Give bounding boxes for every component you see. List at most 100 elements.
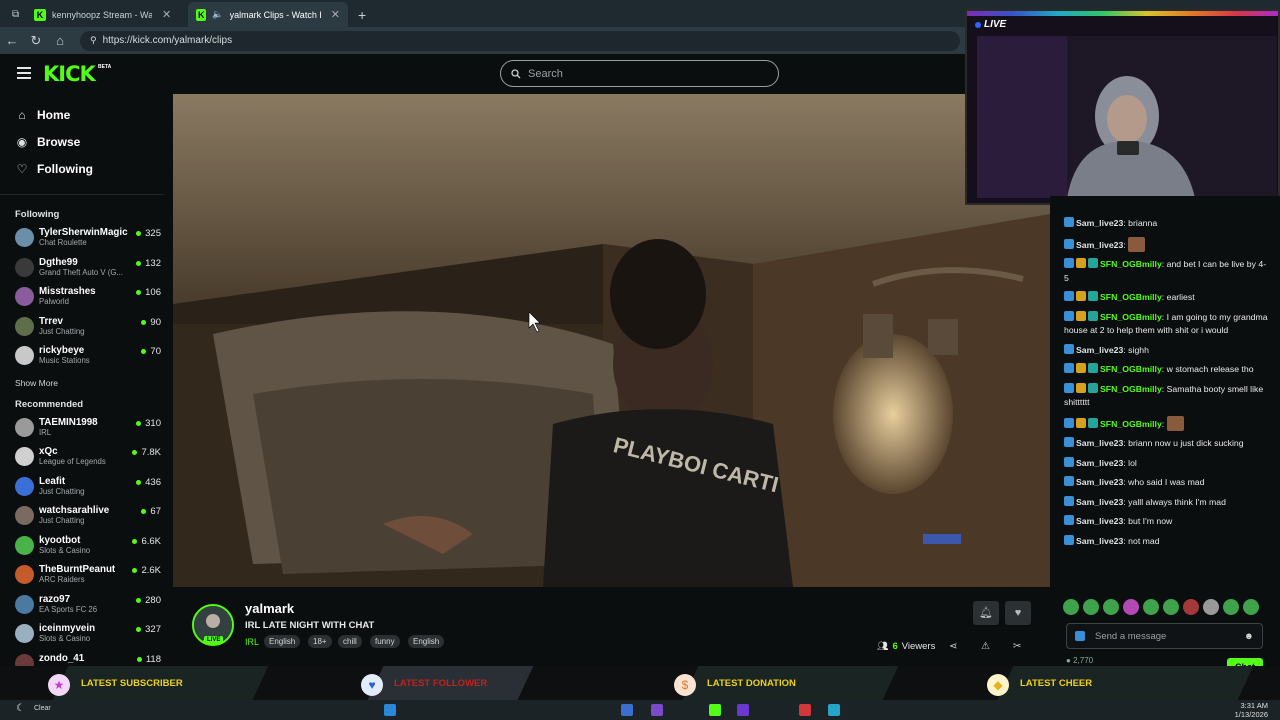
chat-username[interactable]: Sam_live23 bbox=[1076, 438, 1123, 448]
webcam-overlay: LIVE bbox=[965, 9, 1280, 205]
emote-icon[interactable] bbox=[1223, 599, 1239, 615]
browser-tab-2[interactable]: K 🔈 yalmark Clips - Watch Live on ✕ bbox=[188, 2, 348, 27]
viewer-count: 280 bbox=[145, 594, 161, 606]
search-icon bbox=[511, 68, 521, 78]
site-info-icon[interactable]: ⚲ bbox=[90, 35, 97, 46]
nav-home[interactable]: ⌂ Home bbox=[0, 101, 164, 128]
taskbar-app-icon[interactable] bbox=[737, 704, 749, 716]
chat-username[interactable]: Sam_live23 bbox=[1076, 477, 1123, 487]
chat-username[interactable]: Sam_live23 bbox=[1076, 536, 1123, 546]
report-icon[interactable]: ⚠ bbox=[981, 641, 990, 652]
emote-icon[interactable] bbox=[1103, 599, 1119, 615]
close-tab-icon[interactable]: ✕ bbox=[331, 8, 340, 21]
sidebar-channel[interactable]: rickybeye Music Stations 70 bbox=[0, 341, 172, 371]
chat-username[interactable]: SFN_OGBmilly bbox=[1100, 419, 1162, 429]
dollar-icon: $ bbox=[674, 674, 696, 696]
emote-icon[interactable] bbox=[1163, 599, 1179, 615]
emote-icon[interactable] bbox=[1083, 599, 1099, 615]
sidebar-channel[interactable]: TAEMIN1998 IRL 310 bbox=[0, 413, 172, 443]
hamburger-menu-icon[interactable] bbox=[17, 67, 31, 79]
notification-bell-button[interactable]: 🔔︎ bbox=[973, 601, 999, 625]
chat-username[interactable]: Sam_live23 bbox=[1076, 458, 1123, 468]
channel-viewers: 90 bbox=[141, 317, 161, 328]
emote-icon[interactable] bbox=[1143, 599, 1159, 615]
chat-username[interactable]: Sam_live23 bbox=[1076, 240, 1123, 250]
new-tab-button[interactable]: + bbox=[350, 2, 374, 27]
stream-category[interactable]: IRL bbox=[245, 637, 259, 647]
sidebar-channel[interactable]: TheBurntPeanut ARC Raiders 2.6K bbox=[0, 560, 172, 590]
kick-favicon-icon: K bbox=[196, 8, 207, 21]
channel-avatar bbox=[15, 447, 34, 466]
channel-name: TAEMIN1998 bbox=[39, 416, 98, 428]
stream-tag[interactable]: English bbox=[408, 635, 445, 648]
taskbar-app-icon[interactable] bbox=[621, 704, 633, 716]
streamer-name[interactable]: yalmark bbox=[245, 601, 294, 616]
url-field[interactable]: ⚲ https://kick.com/yalmark/clips bbox=[80, 30, 960, 51]
stream-tag[interactable]: English bbox=[264, 635, 301, 648]
sidebar-channel[interactable]: iceinmyvein Slots & Casino 327 bbox=[0, 619, 172, 649]
kick-logo[interactable]: KICK bbox=[43, 62, 96, 86]
emote-icon[interactable] bbox=[1203, 599, 1219, 615]
sidebar-channel[interactable]: razo97 EA Sports FC 26 280 bbox=[0, 590, 172, 620]
speaker-icon[interactable]: 🔈 bbox=[212, 9, 223, 20]
video-player[interactable]: PLAYBOI CARTI bbox=[173, 94, 1050, 587]
reload-icon[interactable]: ↻ bbox=[24, 33, 48, 49]
chat-username[interactable]: Sam_live23 bbox=[1076, 497, 1123, 507]
taskbar-app-icon[interactable] bbox=[709, 704, 721, 716]
stream-tag[interactable]: chill bbox=[338, 635, 362, 648]
nav-following[interactable]: ♡ Following bbox=[0, 155, 164, 182]
sidebar-channel[interactable]: xQc League of Legends 7.8K bbox=[0, 442, 172, 472]
chat-input[interactable]: Send a message ☻ bbox=[1066, 623, 1263, 649]
taskbar-app-icon[interactable] bbox=[799, 704, 811, 716]
tab-menu[interactable]: ⧉ bbox=[4, 2, 27, 27]
sidebar-channel[interactable]: Misstrashes Palworld 106 bbox=[0, 282, 172, 312]
channel-viewers: 310 bbox=[136, 418, 161, 429]
emote-icon[interactable] bbox=[1063, 599, 1079, 615]
channel-avatar bbox=[15, 565, 34, 584]
taskbar-app-icon[interactable] bbox=[828, 704, 840, 716]
kick-favicon-icon: K bbox=[34, 8, 46, 21]
home-icon[interactable]: ⌂ bbox=[48, 33, 72, 48]
nav-browse[interactable]: ◉ Browse bbox=[0, 128, 164, 155]
chat-username[interactable]: SFN_OGBmilly bbox=[1100, 292, 1162, 302]
verified-badge-icon bbox=[1064, 382, 1074, 393]
sidebar-channel[interactable]: TylerSherwinMagic Chat Roulette 325 bbox=[0, 223, 172, 253]
sidebar-channel[interactable]: Leafit Just Chatting 436 bbox=[0, 472, 172, 502]
back-icon[interactable]: ← bbox=[0, 33, 24, 48]
emote-icon[interactable] bbox=[1123, 599, 1139, 615]
system-clock[interactable]: 3:31 AM 1/13/2026 bbox=[1235, 701, 1268, 719]
show-more-button[interactable]: Show More bbox=[0, 371, 172, 396]
stream-tag[interactable]: funny bbox=[370, 635, 400, 648]
weather-text[interactable]: Clear bbox=[34, 705, 51, 712]
chat-username[interactable]: SFN_OGBmilly bbox=[1100, 384, 1162, 394]
sidebar-channel[interactable]: Trrev Just Chatting 90 bbox=[0, 312, 172, 342]
channel-name: kyootbot bbox=[39, 534, 81, 546]
chat-username[interactable]: SFN_OGBmilly bbox=[1100, 312, 1162, 322]
close-tab-icon[interactable]: ✕ bbox=[162, 8, 171, 21]
clip-icon[interactable]: ✂ bbox=[1013, 641, 1021, 652]
emoji-icon[interactable]: ☻ bbox=[1244, 631, 1254, 642]
stream-tag[interactable]: 18+ bbox=[308, 635, 332, 648]
share-icon[interactable]: ⋖ bbox=[949, 641, 957, 652]
viewer-count: 67 bbox=[150, 506, 161, 517]
verified-badge-icon bbox=[1064, 258, 1074, 268]
emote-icon[interactable] bbox=[1183, 599, 1199, 615]
start-icon[interactable] bbox=[384, 704, 396, 716]
sidebar-channel[interactable]: kyootbot Slots & Casino 6.6K bbox=[0, 531, 172, 561]
sidebar-channel[interactable]: Dgthe99 Grand Theft Auto V (G... 132 bbox=[0, 253, 172, 283]
viewer-count: 6.6K bbox=[141, 535, 161, 547]
sidebar-channel[interactable]: watchsarahlive Just Chatting 67 bbox=[0, 501, 172, 531]
emote-icon[interactable] bbox=[1243, 599, 1259, 615]
chat-username[interactable]: SFN_OGBmilly bbox=[1100, 259, 1162, 269]
chat-username[interactable]: Sam_live23 bbox=[1076, 218, 1123, 228]
search-input[interactable]: Search bbox=[500, 60, 779, 87]
channel-viewers: 280 bbox=[136, 595, 161, 606]
taskbar-app-icon[interactable] bbox=[651, 704, 663, 716]
follow-button[interactable]: ♥ bbox=[1005, 601, 1031, 625]
chat-username[interactable]: Sam_live23 bbox=[1076, 516, 1123, 526]
channel-category: Just Chatting bbox=[39, 326, 85, 336]
chat-username[interactable]: Sam_live23 bbox=[1076, 345, 1123, 355]
chat-username[interactable]: SFN_OGBmilly bbox=[1100, 364, 1162, 374]
browser-tab-1[interactable]: K kennyhoopz Stream - Watch L ✕ bbox=[26, 2, 186, 27]
tab-actions-icon[interactable]: ⧉ bbox=[12, 9, 19, 20]
